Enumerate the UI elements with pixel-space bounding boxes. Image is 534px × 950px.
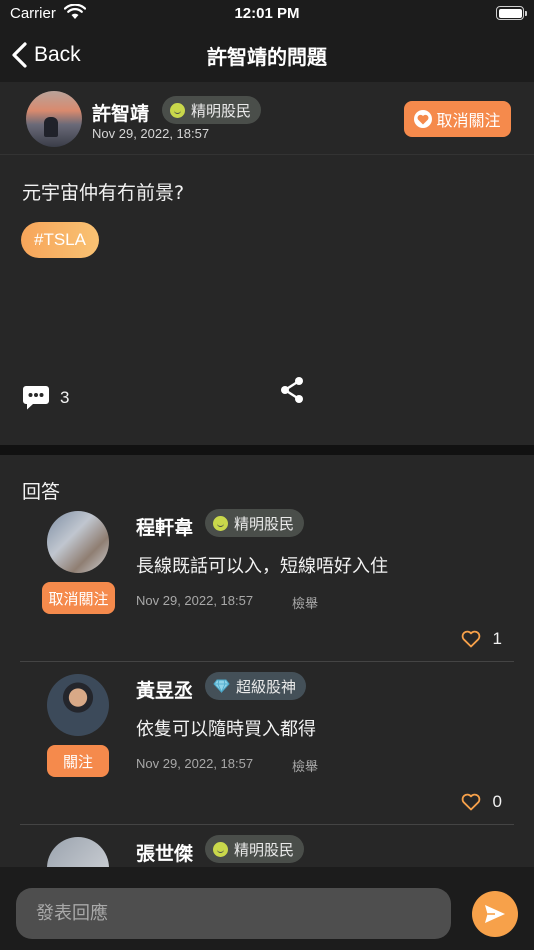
diamond-icon [213,679,230,693]
heart-outline-icon [461,793,480,811]
avatar[interactable] [47,511,109,573]
post-time: Nov 29, 2022, 18:57 [92,126,210,141]
answers-section: 回答 取消關注 程軒韋 精明股民 長線既話可以入，短線唔好入住 Nov 29, … [0,455,534,867]
user-level-badge: 超級股神 [205,672,307,700]
answer-time: Nov 29, 2022, 18:57 [136,593,254,608]
answer-item: 張世傑 精明股民 [20,825,514,867]
clock: 12:01 PM [234,5,300,22]
heart-outline-icon [461,630,480,648]
user-level-badge: 精明股民 [205,835,305,863]
battery-icon [496,6,527,20]
badge-label: 精明股民 [234,840,295,859]
answer-item: 取消關注 程軒韋 精明股民 長線既話可以入，短線唔好入住 Nov 29, 202… [20,499,514,662]
comment-bubble-icon [23,386,49,410]
like-button[interactable]: 1 [461,629,502,649]
answer-item: 關注 黃昱丞 超級股神 依隻可以隨時買入都得 Nov 29, 2022, 18:… [20,662,514,825]
comment-button[interactable]: 3 [22,385,69,411]
reply-input[interactable] [16,888,451,939]
comment-count: 3 [60,388,70,407]
answer-text: 長線既話可以入，短線唔好入住 [136,556,388,577]
report-link[interactable]: 檢舉 [292,593,318,612]
paper-plane-icon [485,905,505,923]
like-count: 0 [492,792,502,811]
avatar[interactable] [26,91,82,147]
send-button[interactable] [472,891,518,937]
heart-icon [414,110,433,128]
status-bar: Carrier 12:01 PM [0,0,534,28]
badge-label: 精明股民 [234,514,295,533]
smiley-icon [213,841,228,857]
answer-author-name: 張世傑 [136,843,194,865]
answer-author-name: 黃昱丞 [136,680,194,702]
badge-label: 超級股神 [236,677,297,696]
stock-tag[interactable]: #TSLA [21,222,99,258]
unfollow-button[interactable]: 取消關注 [404,101,511,137]
like-count: 1 [492,629,502,648]
unfollow-label: 取消關注 [436,111,501,130]
like-button[interactable]: 0 [461,792,502,812]
answer-time: Nov 29, 2022, 18:57 [136,756,254,771]
answer-author-name: 程軒韋 [136,517,194,539]
reply-bar [0,867,534,950]
share-icon[interactable] [279,376,305,404]
unfollow-button[interactable]: 取消關注 [42,582,115,614]
avatar[interactable] [47,837,109,867]
page-title: 許智靖的問題 [207,45,327,69]
report-link[interactable]: 檢舉 [292,756,318,775]
avatar-figure [44,117,58,137]
badge-label: 精明股民 [191,101,252,120]
user-level-badge: 精明股民 [162,96,262,124]
follow-button[interactable]: 關注 [47,745,109,777]
user-level-badge: 精明股民 [205,509,305,537]
nav-bar: Back 許智靖的問題 [0,28,534,82]
smiley-icon [170,102,185,118]
question-author-row: 許智靖 精明股民 Nov 29, 2022, 18:57 取消關注 [0,82,534,155]
section-divider [0,445,534,455]
question-text: 元宇宙仲有冇前景? [22,182,185,204]
answer-text: 依隻可以隨時買入都得 [136,719,316,740]
question-card: 許智靖 精明股民 Nov 29, 2022, 18:57 取消關注 元宇宙仲有冇… [0,82,534,445]
smiley-icon [213,515,228,531]
author-name: 許智靖 [92,103,150,125]
avatar[interactable] [47,674,109,736]
